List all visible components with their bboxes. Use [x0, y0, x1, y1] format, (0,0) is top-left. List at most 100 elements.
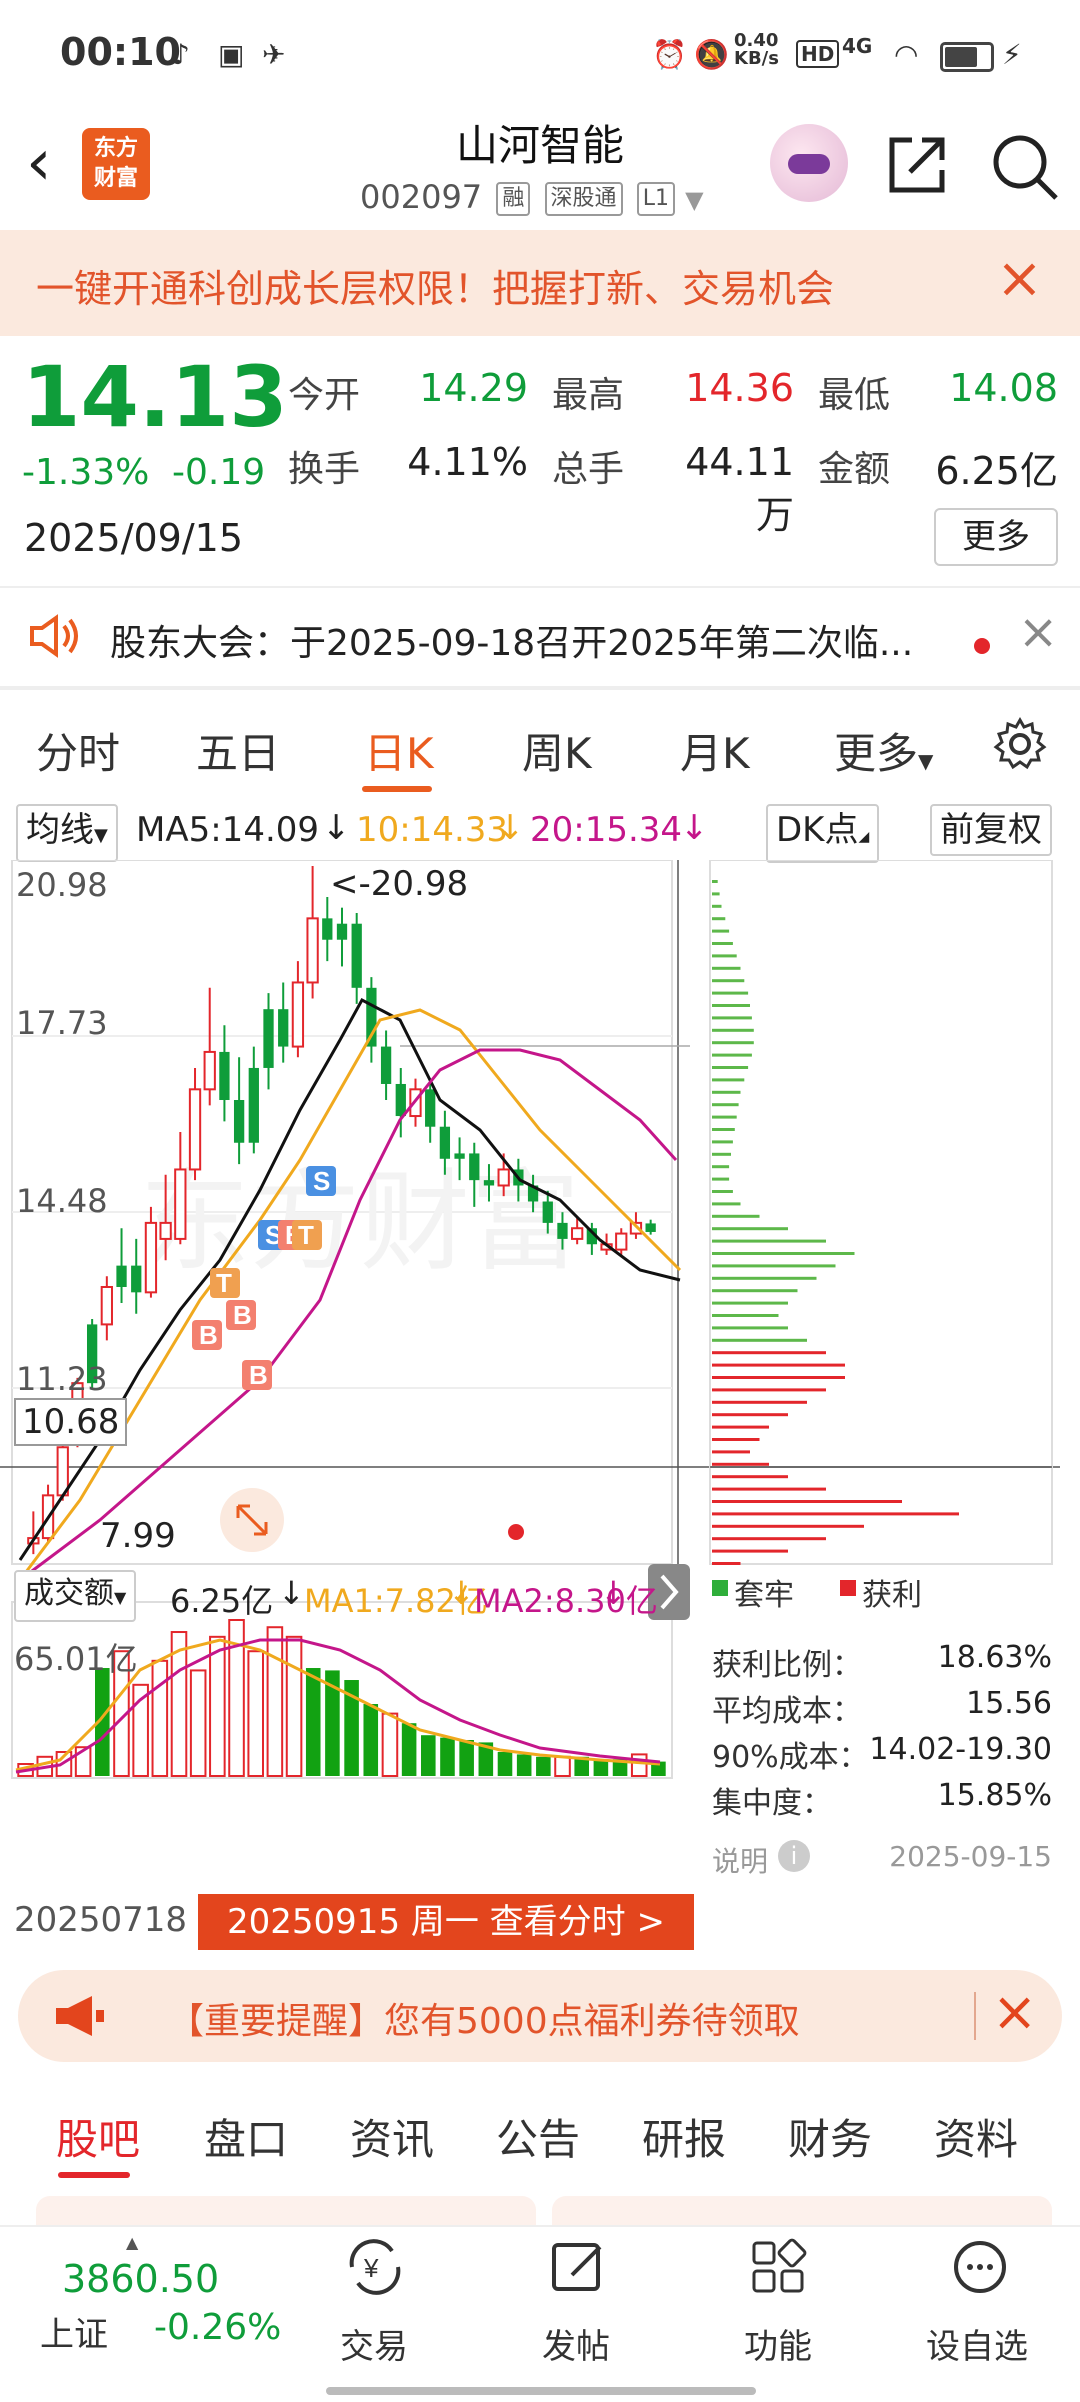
tab-research[interactable]: 研报 — [642, 2106, 726, 2167]
share-icon[interactable] — [882, 130, 952, 200]
app-icon: ▣ — [218, 38, 245, 71]
tag-level: L1 — [636, 182, 675, 216]
change-percent: -1.33% — [22, 452, 150, 493]
candle-body — [454, 1153, 465, 1159]
send-icon: ✈ — [262, 38, 286, 71]
trade-icon[interactable]: ¥ — [342, 2237, 408, 2297]
functions-label[interactable]: 功能 — [744, 2319, 812, 2368]
adjust-select[interactable]: 前复权 — [930, 804, 1052, 856]
tab-five-day[interactable]: 五日 — [196, 720, 280, 781]
note-label[interactable]: 说明 — [712, 1840, 768, 1880]
bottom-bar: ▲ 3860.50 上证 -0.26% ¥ 交易 发帖 功能 设自选 — [0, 2225, 1080, 2402]
candle-body — [336, 923, 348, 940]
ma10-readout: 10:14.33 — [356, 810, 509, 850]
assistant-avatar-icon[interactable] — [770, 124, 848, 202]
speaker-icon — [30, 614, 78, 658]
volume-label: 总手 — [552, 449, 625, 490]
tab-order-book[interactable]: 盘口 — [204, 2106, 288, 2167]
functions-grid-icon[interactable] — [748, 2237, 808, 2297]
info-icon[interactable]: i — [778, 1840, 810, 1872]
tab-forum[interactable]: 股吧 — [56, 2106, 140, 2167]
volume-bar — [401, 1723, 417, 1776]
chevron-down-icon: ▼ — [94, 825, 108, 846]
tab-underline — [58, 2172, 130, 2178]
post-label[interactable]: 发帖 — [542, 2319, 610, 2368]
net-speed: 0.40 KB/s — [734, 30, 779, 69]
high-label: 最高 — [552, 375, 625, 416]
close-icon[interactable]: × — [996, 246, 1043, 311]
candle-body — [615, 1232, 628, 1251]
chip-bar — [712, 942, 733, 945]
change-amount: -0.19 — [172, 452, 266, 493]
tab-monthly-k[interactable]: 月K — [680, 720, 750, 781]
chip-bar — [712, 1053, 752, 1057]
chip-bar — [712, 1326, 788, 1330]
more-button[interactable]: 更多 — [934, 508, 1058, 566]
open-label: 今开 — [288, 375, 361, 416]
signal-4g: 4G — [842, 34, 873, 58]
volume-bar — [247, 1650, 264, 1777]
high-value: 14.36 — [685, 366, 794, 410]
tab-finance[interactable]: 财务 — [788, 2106, 872, 2167]
tab-profile[interactable]: 资料 — [934, 2106, 1018, 2167]
volume-bar — [151, 1659, 169, 1778]
wifi-icon: ◠ — [894, 38, 919, 71]
tag-shengutong: 深股通 — [544, 182, 623, 216]
dropdown-icon[interactable]: ▼ — [685, 186, 703, 214]
promo-banner[interactable]: 一键开通科创成长层权限！把握打新、交易机会 × — [0, 230, 1080, 336]
max-price-annotation: <-20.98 — [330, 864, 469, 904]
tab-announcements[interactable]: 公告 — [496, 2106, 580, 2167]
notice-bar[interactable]: 股东大会：于2025-09-18召开2025年第二次临... × — [0, 586, 1080, 686]
candle-body — [469, 1153, 480, 1181]
reminder-text: 【重要提醒】您有5000点福利券待领取 — [168, 2001, 800, 2042]
volume-bar — [305, 1668, 321, 1776]
kline-section: 均线▼ MA5:14.09 ↓ 10:14.33 ↓ 20:15.34 ↓ DK… — [0, 800, 1080, 1950]
arrow-down-icon: ↓ — [680, 808, 709, 848]
candle-body — [497, 1168, 510, 1187]
tab-more[interactable]: 更多▼ — [834, 720, 933, 781]
post-icon[interactable] — [548, 2237, 608, 2297]
ma-select[interactable]: 均线▼ — [16, 804, 118, 862]
chevron-down-icon: ▼ — [114, 1588, 127, 1607]
low-label: 最低 — [818, 375, 891, 416]
index-name[interactable]: 上证 — [40, 2307, 108, 2356]
settings-gear-icon[interactable] — [992, 716, 1048, 772]
trade-label[interactable]: 交易 — [340, 2319, 408, 2368]
tab-daily-k[interactable]: 日K — [364, 720, 434, 781]
y-label-top: 20.98 — [16, 866, 108, 904]
tab-news[interactable]: 资讯 — [350, 2106, 434, 2167]
caret-up-icon: ▲ — [126, 2233, 139, 2252]
add-watchlist-icon[interactable] — [950, 2237, 1010, 2297]
arrow-down-icon: ↓ — [448, 1574, 475, 1612]
tab-weekly-k[interactable]: 周K — [522, 720, 592, 781]
ma20-line — [19, 1048, 678, 1582]
candle-body — [188, 1088, 202, 1171]
close-icon[interactable]: × — [992, 1980, 1037, 2043]
chip-bar — [712, 1363, 845, 1367]
dk-point-select[interactable]: DK点◢ — [766, 804, 880, 863]
buy-marker-letter: B — [249, 1360, 268, 1390]
add-watchlist-label[interactable]: 设自选 — [926, 2319, 1028, 2368]
volume-bar — [536, 1756, 551, 1776]
event-dot — [508, 1524, 524, 1540]
close-icon[interactable]: × — [1018, 604, 1058, 660]
volume-indicator-select[interactable]: 成交额▼ — [14, 1570, 137, 1622]
chip-bar — [712, 1425, 769, 1429]
tiktok-icon: ♪ — [172, 38, 190, 71]
chip-bar — [712, 1140, 733, 1144]
reminder-banner[interactable]: 【重要提醒】您有5000点福利券待领取 × — [18, 1970, 1062, 2062]
chip-bar — [712, 1227, 788, 1231]
candle-body — [291, 981, 305, 1048]
kline-chart[interactable]: 东方财富 B B B T S B T S — [0, 860, 1080, 1930]
chip-bar — [712, 1239, 826, 1243]
index-value[interactable]: 3860.50 — [62, 2257, 219, 2301]
search-icon[interactable] — [988, 130, 1060, 202]
chip-bar — [712, 1214, 760, 1218]
candle-body — [131, 1265, 142, 1293]
mute-icon: 🔕 — [694, 38, 729, 71]
chip-bar — [712, 1351, 826, 1355]
chip-bar — [712, 1066, 749, 1069]
chip-bar — [712, 1004, 750, 1007]
tab-intraday[interactable]: 分时 — [36, 720, 120, 781]
view-intraday-tooltip[interactable]: 20250915 周一 查看分时 > — [198, 1894, 694, 1950]
